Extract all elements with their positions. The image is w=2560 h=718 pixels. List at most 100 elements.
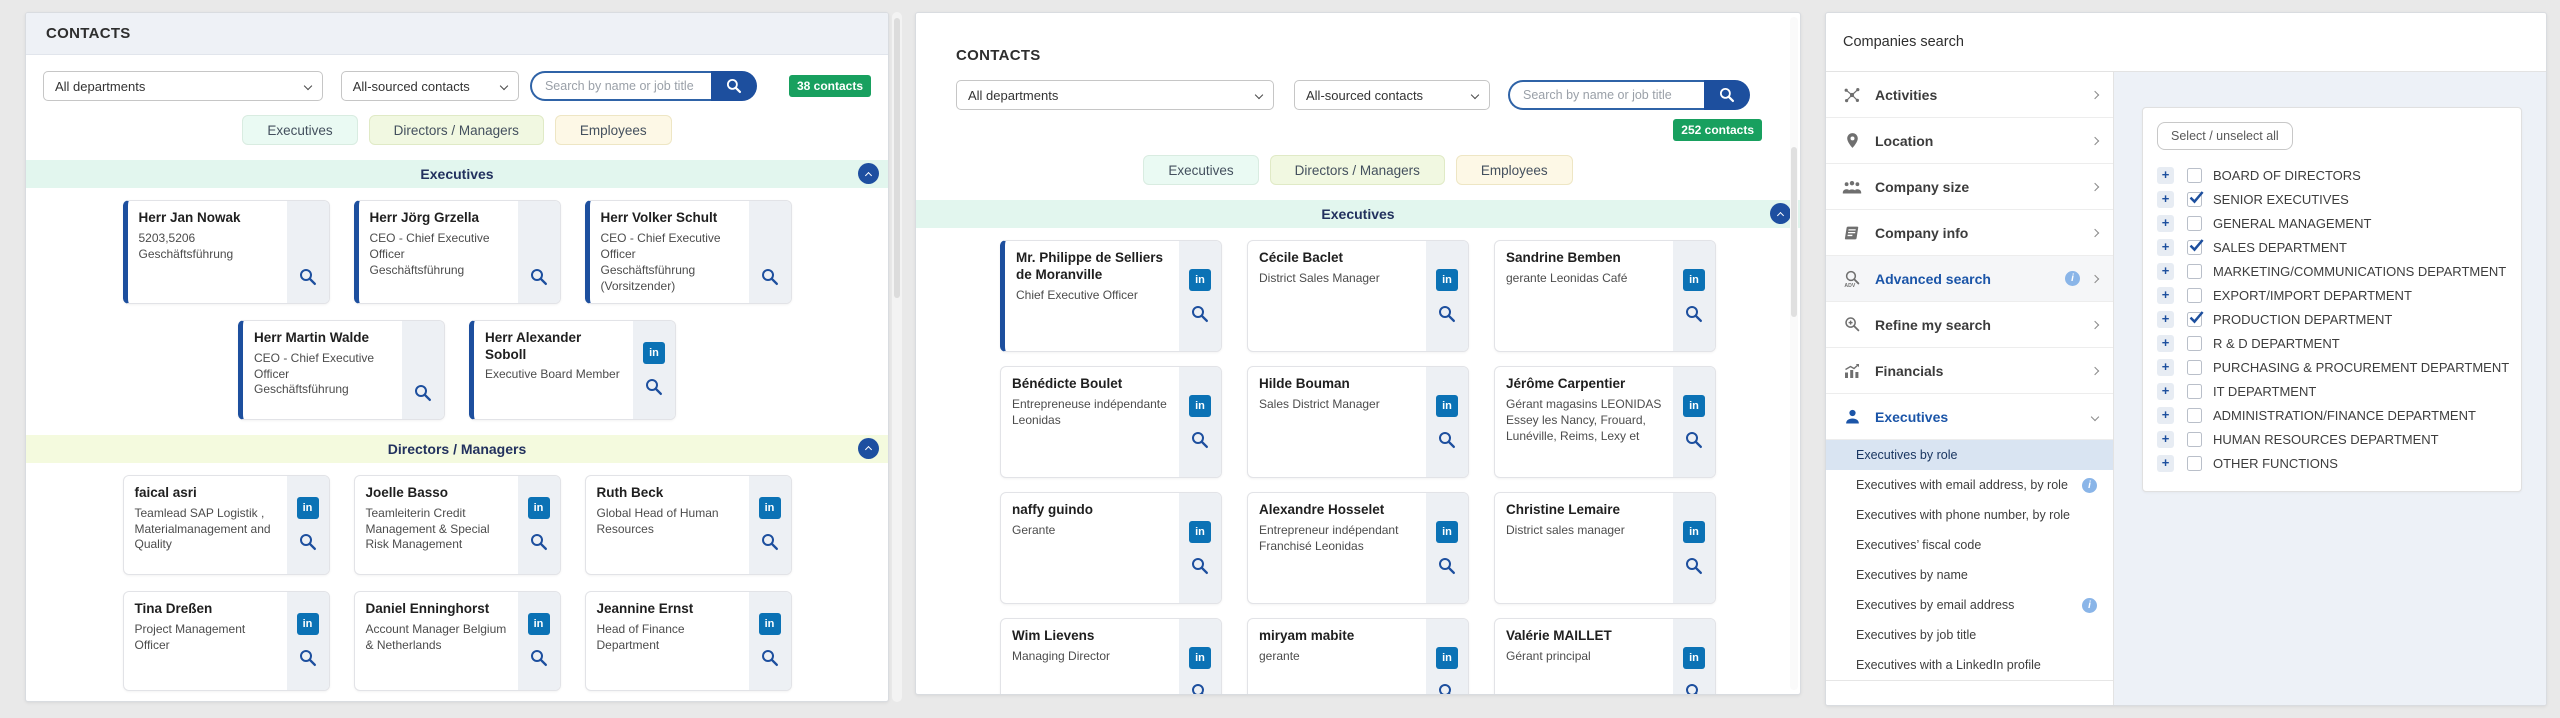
- role-checkbox[interactable]: [2187, 359, 2202, 375]
- collapse-section-button[interactable]: [858, 163, 879, 184]
- submenu-item-executives-by-job-title[interactable]: Executives by job title: [1826, 620, 2113, 650]
- view-contact-icon[interactable]: [760, 648, 780, 668]
- role-checkbox[interactable]: [2187, 287, 2202, 303]
- expand-role-button[interactable]: +: [2157, 262, 2174, 280]
- view-contact-icon[interactable]: [760, 267, 780, 287]
- role-checkbox[interactable]: [2187, 455, 2202, 471]
- role-checkbox[interactable]: [2187, 190, 2204, 207]
- submenu-item-executives-with-email-address-by-role[interactable]: Executives with email address, by role i: [1826, 470, 2113, 500]
- expand-role-button[interactable]: +: [2157, 214, 2174, 232]
- view-contact-icon[interactable]: [1437, 430, 1457, 450]
- role-checkbox[interactable]: [2187, 263, 2202, 279]
- tab-executives[interactable]: Executives: [1143, 155, 1259, 185]
- tab-employees[interactable]: Employees: [1455, 155, 1573, 185]
- linkedin-icon[interactable]: in: [758, 613, 781, 636]
- sidebar-item-location[interactable]: Location: [1826, 118, 2113, 164]
- view-contact-icon[interactable]: [1684, 304, 1704, 324]
- sidebar-item-company-info[interactable]: Company info: [1826, 210, 2113, 256]
- linkedin-icon[interactable]: in: [1683, 394, 1705, 417]
- view-contact-icon[interactable]: [298, 267, 318, 287]
- sidebar-item-company-size[interactable]: Company size: [1826, 164, 2113, 210]
- linkedin-icon[interactable]: in: [758, 497, 781, 520]
- tab-executives[interactable]: Executives: [242, 115, 358, 145]
- expand-role-button[interactable]: +: [2157, 430, 2174, 448]
- expand-role-button[interactable]: +: [2157, 166, 2174, 184]
- expand-role-button[interactable]: +: [2157, 406, 2174, 424]
- middle-panel-scrollbar[interactable]: [1790, 17, 1798, 690]
- select-unselect-all-button[interactable]: Select / unselect all: [2157, 122, 2293, 150]
- linkedin-icon[interactable]: in: [1436, 520, 1458, 543]
- sidebar-item-refine-my-search[interactable]: Refine my search: [1826, 302, 2113, 348]
- role-checkbox[interactable]: [2187, 383, 2202, 399]
- linkedin-icon[interactable]: in: [1683, 268, 1705, 291]
- info-icon[interactable]: i: [2082, 477, 2097, 493]
- search-button[interactable]: [1704, 80, 1750, 110]
- role-checkbox[interactable]: [2187, 167, 2202, 183]
- collapse-section-button[interactable]: [1770, 203, 1791, 224]
- view-contact-icon[interactable]: [529, 532, 549, 552]
- linkedin-icon[interactable]: in: [1189, 268, 1211, 291]
- role-checkbox[interactable]: [2187, 431, 2202, 447]
- expand-role-button[interactable]: +: [2157, 334, 2174, 352]
- submenu-item-executives-by-role[interactable]: Executives by role: [1826, 440, 2113, 470]
- sidebar-item-activities[interactable]: Activities: [1826, 72, 2113, 118]
- view-contact-icon[interactable]: [413, 383, 433, 403]
- submenu-item-executives-by-email-address[interactable]: Executives by email address i: [1826, 590, 2113, 620]
- view-contact-icon[interactable]: [760, 532, 780, 552]
- linkedin-icon[interactable]: in: [1436, 394, 1458, 417]
- submenu-item-executives-with-a-linkedin-profile[interactable]: Executives with a LinkedIn profile: [1826, 650, 2113, 680]
- expand-role-button[interactable]: +: [2157, 190, 2174, 208]
- search-input[interactable]: [529, 71, 711, 101]
- role-checkbox[interactable]: [2187, 238, 2204, 255]
- linkedin-icon[interactable]: in: [1189, 646, 1211, 669]
- tab-directors-managers[interactable]: Directors / Managers: [1269, 155, 1445, 185]
- expand-role-button[interactable]: +: [2157, 358, 2174, 376]
- department-select[interactable]: All departments: [956, 80, 1274, 110]
- expand-role-button[interactable]: +: [2157, 382, 2174, 400]
- source-select[interactable]: All-sourced contacts: [340, 71, 519, 101]
- view-contact-icon[interactable]: [1684, 556, 1704, 576]
- info-icon[interactable]: i: [2082, 597, 2097, 613]
- scrollbar-thumb[interactable]: [894, 18, 900, 298]
- view-contact-icon[interactable]: [529, 267, 549, 287]
- view-contact-icon[interactable]: [1437, 556, 1457, 576]
- submenu-item-executives-by-name[interactable]: Executives by name: [1826, 560, 2113, 590]
- info-icon[interactable]: i: [2065, 271, 2080, 286]
- role-checkbox[interactable]: [2187, 310, 2204, 327]
- expand-role-button[interactable]: +: [2157, 286, 2174, 304]
- expand-role-button[interactable]: +: [2157, 454, 2174, 472]
- view-contact-icon[interactable]: [1190, 304, 1210, 324]
- linkedin-icon[interactable]: in: [527, 497, 550, 520]
- linkedin-icon[interactable]: in: [296, 497, 319, 520]
- view-contact-icon[interactable]: [298, 648, 318, 668]
- linkedin-icon[interactable]: in: [1683, 520, 1705, 543]
- view-contact-icon[interactable]: [644, 377, 664, 397]
- view-contact-icon[interactable]: [1190, 682, 1210, 694]
- expand-role-button[interactable]: +: [2157, 238, 2174, 256]
- linkedin-icon[interactable]: in: [1189, 520, 1211, 543]
- scrollbar-thumb[interactable]: [1791, 147, 1797, 317]
- linkedin-icon[interactable]: in: [1436, 268, 1458, 291]
- sidebar-item-financials[interactable]: Financials: [1826, 348, 2113, 394]
- linkedin-icon[interactable]: in: [527, 613, 550, 636]
- tab-directors-managers[interactable]: Directors / Managers: [368, 115, 544, 145]
- department-select[interactable]: All departments: [43, 71, 323, 101]
- left-panel-scrollbar[interactable]: [892, 12, 902, 702]
- submenu-item-executives-fiscal-code[interactable]: Executives’ fiscal code: [1826, 530, 2113, 560]
- view-contact-icon[interactable]: [1190, 556, 1210, 576]
- submenu-item-executives-with-phone-number-by-role[interactable]: Executives with phone number, by role: [1826, 500, 2113, 530]
- source-select[interactable]: All-sourced contacts: [1294, 80, 1490, 110]
- linkedin-icon[interactable]: in: [643, 342, 665, 365]
- linkedin-icon[interactable]: in: [1189, 394, 1211, 417]
- role-checkbox[interactable]: [2187, 335, 2202, 351]
- view-contact-icon[interactable]: [529, 648, 549, 668]
- view-contact-icon[interactable]: [1190, 430, 1210, 450]
- search-button[interactable]: [710, 71, 757, 101]
- sidebar-item-advanced-search[interactable]: ADV Advanced search i: [1826, 256, 2113, 302]
- search-input[interactable]: [1508, 80, 1704, 110]
- view-contact-icon[interactable]: [298, 532, 318, 552]
- view-contact-icon[interactable]: [1437, 682, 1457, 694]
- linkedin-icon[interactable]: in: [296, 613, 319, 636]
- expand-role-button[interactable]: +: [2157, 310, 2174, 328]
- linkedin-icon[interactable]: in: [1683, 646, 1705, 669]
